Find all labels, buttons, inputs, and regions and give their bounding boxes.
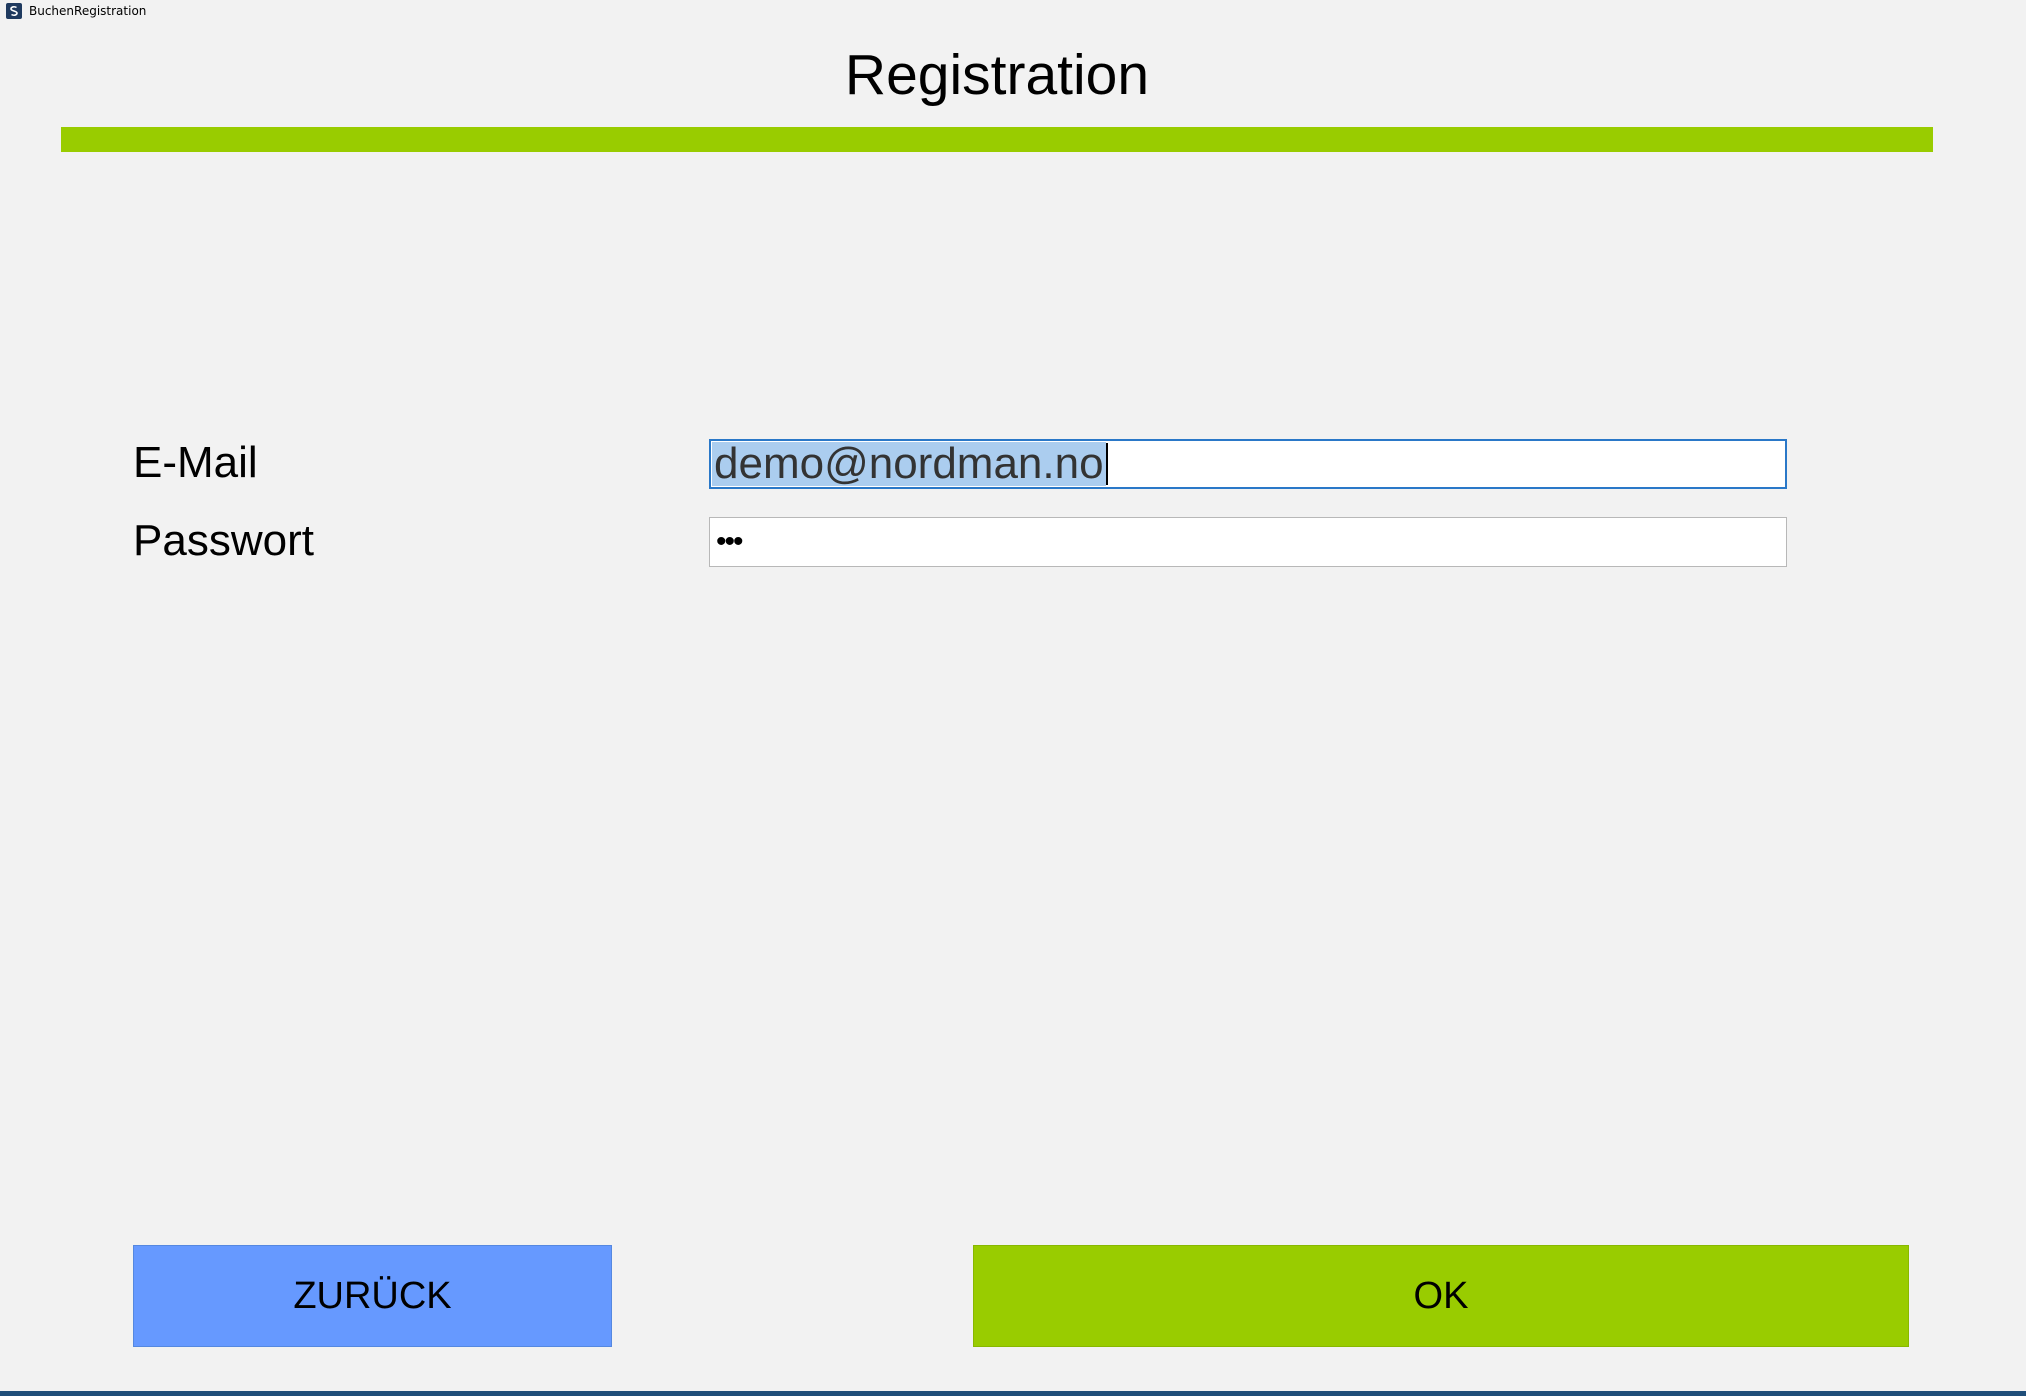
app-icon — [6, 3, 22, 19]
password-mask: ••• — [716, 525, 743, 558]
email-label: E-Mail — [133, 438, 258, 487]
page-title: Registration — [844, 43, 1150, 107]
email-value-selected: demo@nordman.no — [712, 439, 1106, 488]
ok-button[interactable]: OK — [973, 1245, 1909, 1347]
password-field[interactable]: ••• — [709, 517, 1787, 567]
window-title: BuchenRegistration — [29, 4, 147, 18]
bottom-border — [0, 1391, 2026, 1396]
back-button[interactable]: ZURÜCK — [133, 1245, 612, 1347]
header-divider-bar — [61, 127, 1933, 152]
password-label: Passwort — [133, 516, 314, 565]
text-caret — [1106, 443, 1108, 485]
app-window: BuchenRegistration Registration E-Mail d… — [0, 0, 2026, 1396]
email-field[interactable]: demo@nordman.no — [709, 439, 1787, 489]
title-bar: BuchenRegistration — [0, 0, 2026, 22]
